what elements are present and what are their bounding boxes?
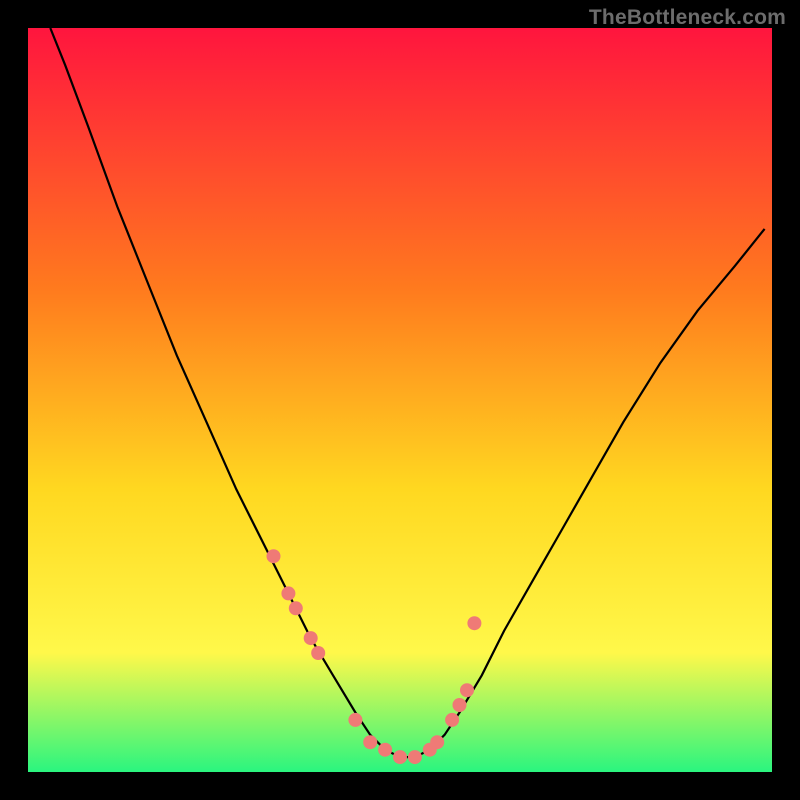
curve-marker [281,586,295,600]
curve-marker [267,549,281,563]
curve-marker [430,735,444,749]
curve-marker [408,750,422,764]
curve-marker [393,750,407,764]
curve-marker [363,735,377,749]
curve-marker [289,601,303,615]
curve-marker [453,698,467,712]
chart-stage: TheBottleneck.com [0,0,800,800]
curve-marker [467,616,481,630]
curve-marker [460,683,474,697]
plot-area [28,28,772,772]
watermark-text: TheBottleneck.com [589,6,786,30]
bottleneck-chart [0,0,800,800]
curve-marker [311,646,325,660]
curve-marker [378,743,392,757]
curve-marker [348,713,362,727]
curve-marker [445,713,459,727]
curve-marker [304,631,318,645]
